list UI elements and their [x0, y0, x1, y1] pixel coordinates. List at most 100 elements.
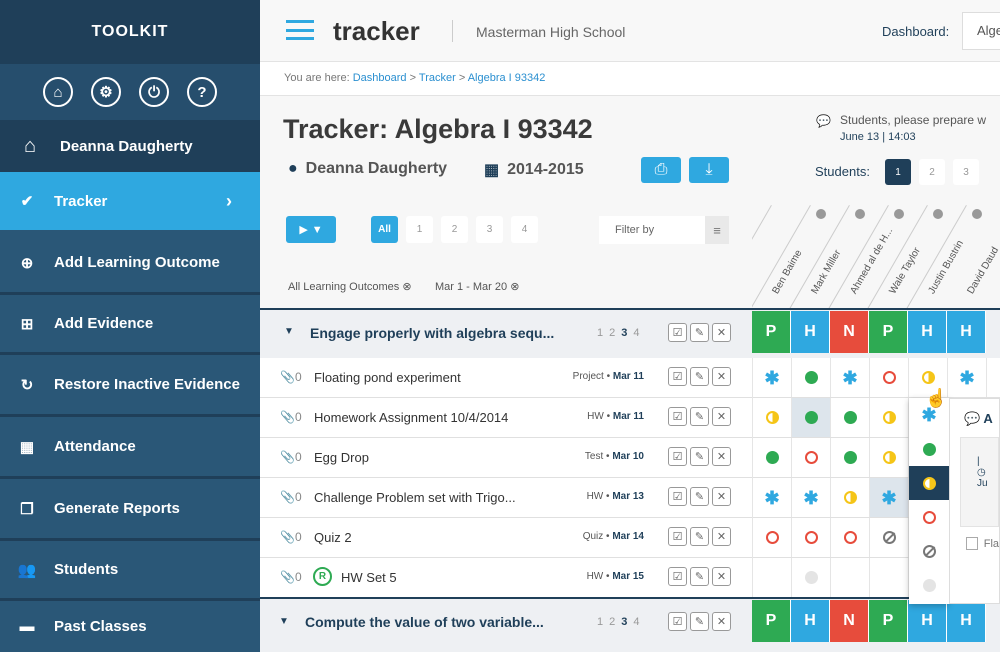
close-icon[interactable]: ✕: [712, 367, 731, 386]
mark-cell[interactable]: [870, 558, 909, 597]
mark-cell[interactable]: [792, 358, 831, 397]
mark-cell[interactable]: [870, 438, 909, 477]
evidence-row[interactable]: 📎 0 Homework Assignment 10/4/2014 HW • Mar…: [260, 398, 1000, 438]
check-box-icon[interactable]: ☑: [668, 527, 687, 546]
mark-cell[interactable]: [870, 518, 909, 557]
view-toggle-buttons[interactable]: ▶ ▼: [286, 216, 336, 243]
mark-cell[interactable]: [753, 438, 792, 477]
mark-cell[interactable]: [792, 438, 831, 477]
filter-all[interactable]: All: [371, 216, 398, 243]
gear-icon[interactable]: ⚙: [91, 77, 121, 107]
grade-badge[interactable]: P: [752, 311, 791, 353]
home-icon[interactable]: ⌂: [43, 77, 73, 107]
page-3[interactable]: 3: [621, 616, 627, 628]
menu-icon[interactable]: [286, 20, 314, 40]
evidence-row[interactable]: 📎 0 Challenge Problem set with Trigo... HW…: [260, 478, 1000, 518]
evidence-row[interactable]: 📎 0 Egg Drop Test • Mar 10 ☑ ✎ ✕: [260, 438, 1000, 478]
sidebar-item-add-learning-outcome[interactable]: ⊕ Add Learning Outcome: [0, 233, 260, 295]
close-icon[interactable]: ✕: [712, 447, 731, 466]
mark-cell[interactable]: [831, 478, 870, 517]
filter-tag[interactable]: Mar 1 - Mar 20 ⊗: [435, 280, 519, 293]
grade-badge[interactable]: N: [830, 600, 869, 642]
mark-cell[interactable]: [753, 398, 792, 437]
grade-badge[interactable]: H: [947, 600, 986, 642]
evidence-name[interactable]: Challenge Problem set with Trigo...: [314, 490, 516, 505]
filter-tag[interactable]: All Learning Outcomes ⊗: [288, 280, 412, 293]
close-icon[interactable]: ⊗: [402, 281, 411, 293]
filter-input[interactable]: Filter by: [599, 216, 705, 244]
close-icon[interactable]: ✕: [712, 323, 731, 342]
page-4[interactable]: 4: [633, 327, 639, 339]
comment-textarea[interactable]: | ◷ Ju: [960, 437, 999, 527]
edit-icon[interactable]: ✎: [690, 612, 709, 631]
breadcrumb-class[interactable]: Algebra I 93342: [468, 72, 546, 84]
page-2[interactable]: 2: [609, 616, 615, 628]
excused-option[interactable]: [909, 534, 949, 568]
breadcrumb-dashboard[interactable]: Dashboard: [353, 72, 407, 84]
edit-icon[interactable]: ✎: [690, 367, 709, 386]
edit-icon[interactable]: ✎: [690, 323, 709, 342]
student-name[interactable]: David Daud: [965, 245, 1000, 296]
page-1[interactable]: 1: [597, 327, 603, 339]
grade-badge[interactable]: P: [869, 311, 908, 353]
grade-badge[interactable]: H: [908, 600, 947, 642]
grade-badge[interactable]: H: [908, 311, 947, 353]
filter-page-1[interactable]: 1: [406, 216, 433, 243]
check-box-icon[interactable]: ☑: [668, 612, 687, 631]
menu-lines-icon[interactable]: ≡: [705, 216, 729, 244]
close-icon[interactable]: ✕: [712, 487, 731, 506]
edit-icon[interactable]: ✎: [690, 527, 709, 546]
download-button[interactable]: ⤓: [689, 157, 729, 183]
close-icon[interactable]: ⊗: [510, 281, 519, 293]
sidebar-item-attendance[interactable]: ▦ Attendance: [0, 417, 260, 479]
page-2[interactable]: 2: [609, 327, 615, 339]
check-box-icon[interactable]: ☑: [668, 323, 687, 342]
grade-badge[interactable]: H: [791, 311, 830, 353]
breadcrumb-tracker[interactable]: Tracker: [419, 72, 456, 84]
mark-cell[interactable]: [831, 438, 870, 477]
grade-badge[interactable]: H: [947, 311, 986, 353]
mark-cell[interactable]: [831, 398, 870, 437]
evidence-name[interactable]: Homework Assignment 10/4/2014: [314, 410, 508, 425]
filter-page-3[interactable]: 3: [476, 216, 503, 243]
check-box-icon[interactable]: ☑: [668, 407, 687, 426]
help-icon[interactable]: ?: [187, 77, 217, 107]
check-box-icon[interactable]: ☑: [668, 367, 687, 386]
checkbox-icon[interactable]: [966, 537, 978, 550]
green-dot-option[interactable]: [909, 432, 949, 466]
grade-badge[interactable]: P: [869, 600, 908, 642]
grade-badge[interactable]: H: [791, 600, 830, 642]
mark-cell[interactable]: [792, 398, 831, 437]
evidence-name[interactable]: HW Set 5: [341, 570, 397, 585]
dashboard-select[interactable]: Alge: [962, 12, 1000, 50]
mark-cell[interactable]: [792, 558, 831, 597]
print-button[interactable]: ⎙: [641, 157, 681, 183]
edit-icon[interactable]: ✎: [690, 447, 709, 466]
close-icon[interactable]: ✕: [712, 407, 731, 426]
sidebar-item-generate-reports[interactable]: ❐ Generate Reports: [0, 479, 260, 541]
evidence-name[interactable]: Egg Drop: [314, 450, 369, 465]
check-box-icon[interactable]: ☑: [668, 447, 687, 466]
edit-icon[interactable]: ✎: [690, 567, 709, 586]
page-4[interactable]: 4: [633, 616, 639, 628]
sidebar-user[interactable]: ⌂ Deanna Daugherty: [0, 120, 260, 172]
announcement[interactable]: Students, please prepare w: [840, 113, 986, 127]
evidence-name[interactable]: Quiz 2: [314, 530, 352, 545]
sidebar-item-add-evidence[interactable]: ⊞ Add Evidence: [0, 295, 260, 355]
filter-page-2[interactable]: 2: [441, 216, 468, 243]
student-page-2[interactable]: 2: [919, 159, 945, 185]
close-icon[interactable]: ✕: [712, 567, 731, 586]
edit-icon[interactable]: ✎: [690, 487, 709, 506]
power-icon[interactable]: ⏻: [139, 77, 169, 107]
grade-badge[interactable]: N: [830, 311, 869, 353]
mark-cell[interactable]: [753, 558, 792, 597]
mark-cell[interactable]: [831, 518, 870, 557]
evidence-row[interactable]: 📎 0 Quiz 2 Quiz • Mar 14 ☑ ✎ ✕: [260, 518, 1000, 558]
student-page-1[interactable]: 1: [885, 159, 911, 185]
mark-cell[interactable]: [792, 518, 831, 557]
check-box-icon[interactable]: ☑: [668, 567, 687, 586]
student-page-3[interactable]: 3: [953, 159, 979, 185]
sidebar-item-students[interactable]: 👥 Students: [0, 541, 260, 601]
mark-cell[interactable]: [831, 558, 870, 597]
mark-cell[interactable]: ✱: [753, 478, 792, 517]
